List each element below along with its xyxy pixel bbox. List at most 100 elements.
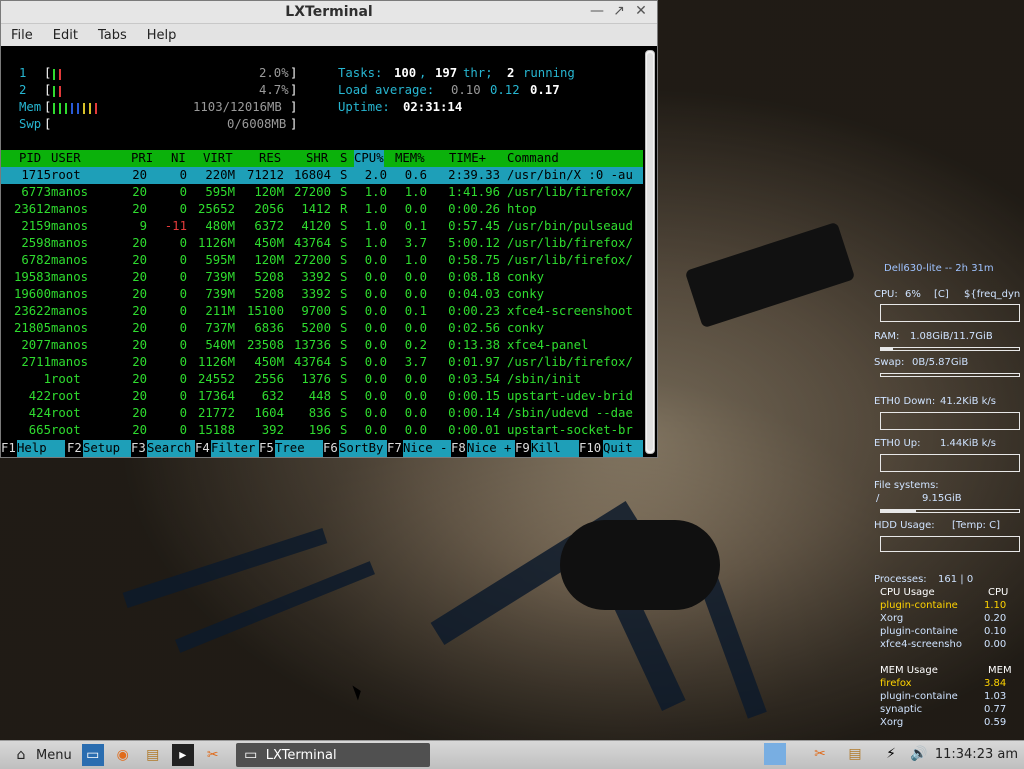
fkey-label[interactable]: Quit xyxy=(603,440,643,457)
tasks-label: Tasks: xyxy=(338,66,383,80)
process-cell: 0.0 xyxy=(404,372,427,386)
terminal-scrollbar[interactable] xyxy=(645,50,655,454)
process-row[interactable]: 2711 manos 20 0 1126M 450M 43764 S 0.0 3.7 0:01.97… xyxy=(1,354,643,371)
process-cell: 23508 xyxy=(246,338,284,352)
fkey-f3[interactable]: F3 xyxy=(131,440,146,457)
close-button[interactable]: ✕ xyxy=(633,3,649,19)
fkey-label[interactable]: Filter xyxy=(211,440,259,457)
col-state[interactable]: S xyxy=(340,150,347,167)
task-item-lxterminal[interactable]: ▭ LXTerminal xyxy=(235,743,430,767)
volume-icon[interactable]: 🔊 xyxy=(908,743,930,765)
col-command[interactable]: Command xyxy=(507,150,559,167)
firefox-icon[interactable]: ◉ xyxy=(112,744,134,766)
process-cell: manos xyxy=(51,236,89,250)
window-titlebar[interactable]: LXTerminal — ↗ ✕ xyxy=(1,1,657,24)
fkey-label[interactable]: Nice + xyxy=(467,440,515,457)
desktop-icon[interactable]: ▭ xyxy=(81,744,104,766)
col-res[interactable]: RES xyxy=(259,150,281,167)
fkey-f5[interactable]: F5 xyxy=(259,440,274,457)
col-user[interactable]: USER xyxy=(51,150,81,167)
minimize-button[interactable]: — xyxy=(589,3,605,19)
workspace-icon[interactable] xyxy=(764,743,786,765)
conky-panel: Dell630-lite -- 2h 31m CPU: 6% [C] ${fre… xyxy=(872,258,1024,738)
clock[interactable]: 11:34:23 am xyxy=(935,747,1018,762)
fkey-f8[interactable]: F8 xyxy=(451,440,466,457)
process-row[interactable]: 19583 manos 20 0 739M 5208 3392 S 0.0 0.0 0:08.18 c… xyxy=(1,269,643,286)
col-time[interactable]: TIME+ xyxy=(449,150,486,167)
process-cell: 450M xyxy=(254,355,284,369)
process-cell: 0 xyxy=(179,389,187,403)
cpu2-value: 4.7% xyxy=(259,83,289,97)
conky-cpu-usage-col: CPU xyxy=(988,587,1009,598)
process-cell: 595M xyxy=(205,185,235,199)
fkey-f10[interactable]: F10 xyxy=(579,440,602,457)
maximize-button[interactable]: ↗ xyxy=(611,3,627,19)
process-row[interactable]: 2159 manos 9 -11 480M 6372 4120 S 1.0 0.1 0:57.45 /… xyxy=(1,218,643,235)
process-cell: 20 xyxy=(132,236,147,250)
process-cell: 5:00.12 xyxy=(448,236,500,250)
process-cell: 2711 xyxy=(21,355,51,369)
fkey-label[interactable]: Kill xyxy=(531,440,579,457)
fkey-label[interactable]: Tree xyxy=(275,440,323,457)
col-virt[interactable]: VIRT xyxy=(203,150,233,167)
menu-tabs[interactable]: Tabs xyxy=(88,28,137,43)
fkey-label[interactable]: Nice - xyxy=(403,440,451,457)
screenshot-icon[interactable]: ✂ xyxy=(202,744,224,766)
fkey-label[interactable]: Help xyxy=(17,440,65,457)
col-ni[interactable]: NI xyxy=(171,150,186,167)
process-row[interactable]: 2077 manos 20 0 540M 23508 13736 S 0.0 0.2 0:13.38… xyxy=(1,337,643,354)
process-row[interactable]: 1715 root 20 0 220M 71212 16804 S 2.0 0.6 2:39.33 /… xyxy=(1,167,643,184)
process-cell: manos xyxy=(51,185,89,199)
process-cell: 0 xyxy=(179,423,187,437)
process-cell: root xyxy=(51,406,81,420)
process-row[interactable]: 19600 manos 20 0 739M 5208 3392 S 0.0 0.0 0:04.03 c… xyxy=(1,286,643,303)
terminal-icon[interactable]: ▸ xyxy=(171,744,194,766)
col-shr[interactable]: SHR xyxy=(306,150,328,167)
process-cell: 27200 xyxy=(293,185,331,199)
process-row[interactable]: 21805 manos 20 0 737M 6836 5200 S 0.0 0.0 0:02.56 c… xyxy=(1,320,643,337)
menu-edit[interactable]: Edit xyxy=(43,28,88,43)
load5: 0.12 xyxy=(490,83,520,97)
col-pri[interactable]: PRI xyxy=(131,150,153,167)
process-cell: xfce4-screenshoot xyxy=(507,304,633,318)
col-mem[interactable]: MEM% xyxy=(395,150,425,167)
tray-screenshot-icon[interactable]: ✂ xyxy=(809,743,831,765)
process-cell: conky xyxy=(507,270,545,284)
network-icon[interactable]: ⚡ xyxy=(880,743,902,765)
menu-help[interactable]: Help xyxy=(137,28,187,43)
fkey-f6[interactable]: F6 xyxy=(323,440,338,457)
process-row[interactable]: 2598 manos 20 0 1126M 450M 43764 S 1.0 3.7 5:00.12… xyxy=(1,235,643,252)
process-row[interactable]: 1 root 20 0 24552 2556 1376 S 0.0 0.0 0:03.54/sbin… xyxy=(1,371,643,388)
process-cell: conky xyxy=(507,287,545,301)
scrollbar-thumb[interactable] xyxy=(647,53,653,451)
process-row[interactable]: 665 root 20 0 15188 392 196 S 0.0 0.0 0:00.01 upsta… xyxy=(1,422,643,439)
process-row[interactable]: 422 root 20 0 17364 632 448 S 0.0 0.0 0:00.15 upsta… xyxy=(1,388,643,405)
process-row[interactable]: 424 root 20 0 21772 1604 836 S 0.0 0.0 0:00.14/sbi… xyxy=(1,405,643,422)
fkey-f9[interactable]: F9 xyxy=(515,440,530,457)
mem-bar-fill xyxy=(59,103,61,114)
process-row[interactable]: 23612 manos 20 0 25652 2056 1412 R 1.0 0.0 0:00.26… xyxy=(1,201,643,218)
process-cell: 71212 xyxy=(246,168,284,182)
process-row[interactable]: 6782 manos 20 0 595M 120M 27200 S 0.0 1.0 0:58.75 /… xyxy=(1,252,643,269)
cpu1-bar-close: ] xyxy=(290,66,298,80)
fkey-f2[interactable]: F2 xyxy=(67,440,82,457)
tray-file-icon[interactable]: ▤ xyxy=(844,743,866,765)
process-row[interactable]: 23622 manos 20 0 211M 15100 9700 S 0.0 0.1 0:00.23… xyxy=(1,303,643,320)
menu-file[interactable]: File xyxy=(1,28,43,43)
fkey-f4[interactable]: F4 xyxy=(195,440,210,457)
fkey-label[interactable]: Search xyxy=(147,440,195,457)
fkey-label[interactable]: SortBy xyxy=(339,440,387,457)
file-manager-icon[interactable]: ▤ xyxy=(142,744,164,766)
col-cpu[interactable]: CPU% xyxy=(354,150,384,167)
process-cell: manos xyxy=(51,219,89,233)
process-cell: 0 xyxy=(179,185,187,199)
col-pid[interactable]: PID xyxy=(19,150,41,167)
conky-processes-value: 161 | 0 xyxy=(938,574,974,585)
fkey-label[interactable]: Setup xyxy=(83,440,131,457)
terminal-area[interactable]: 1 [ 2.0% ] 2 [ 4.7% ] Mem [ 1103/12016MB… xyxy=(1,46,657,457)
process-cell: 739M xyxy=(205,287,235,301)
process-row[interactable]: 6773 manos 20 0 595M 120M 27200 S 1.0 1.0 1:41.96 /… xyxy=(1,184,643,201)
fkey-f1[interactable]: F1 xyxy=(1,440,16,457)
fkey-f7[interactable]: F7 xyxy=(387,440,402,457)
start-menu-button[interactable]: ⌂ Menu xyxy=(0,744,78,766)
